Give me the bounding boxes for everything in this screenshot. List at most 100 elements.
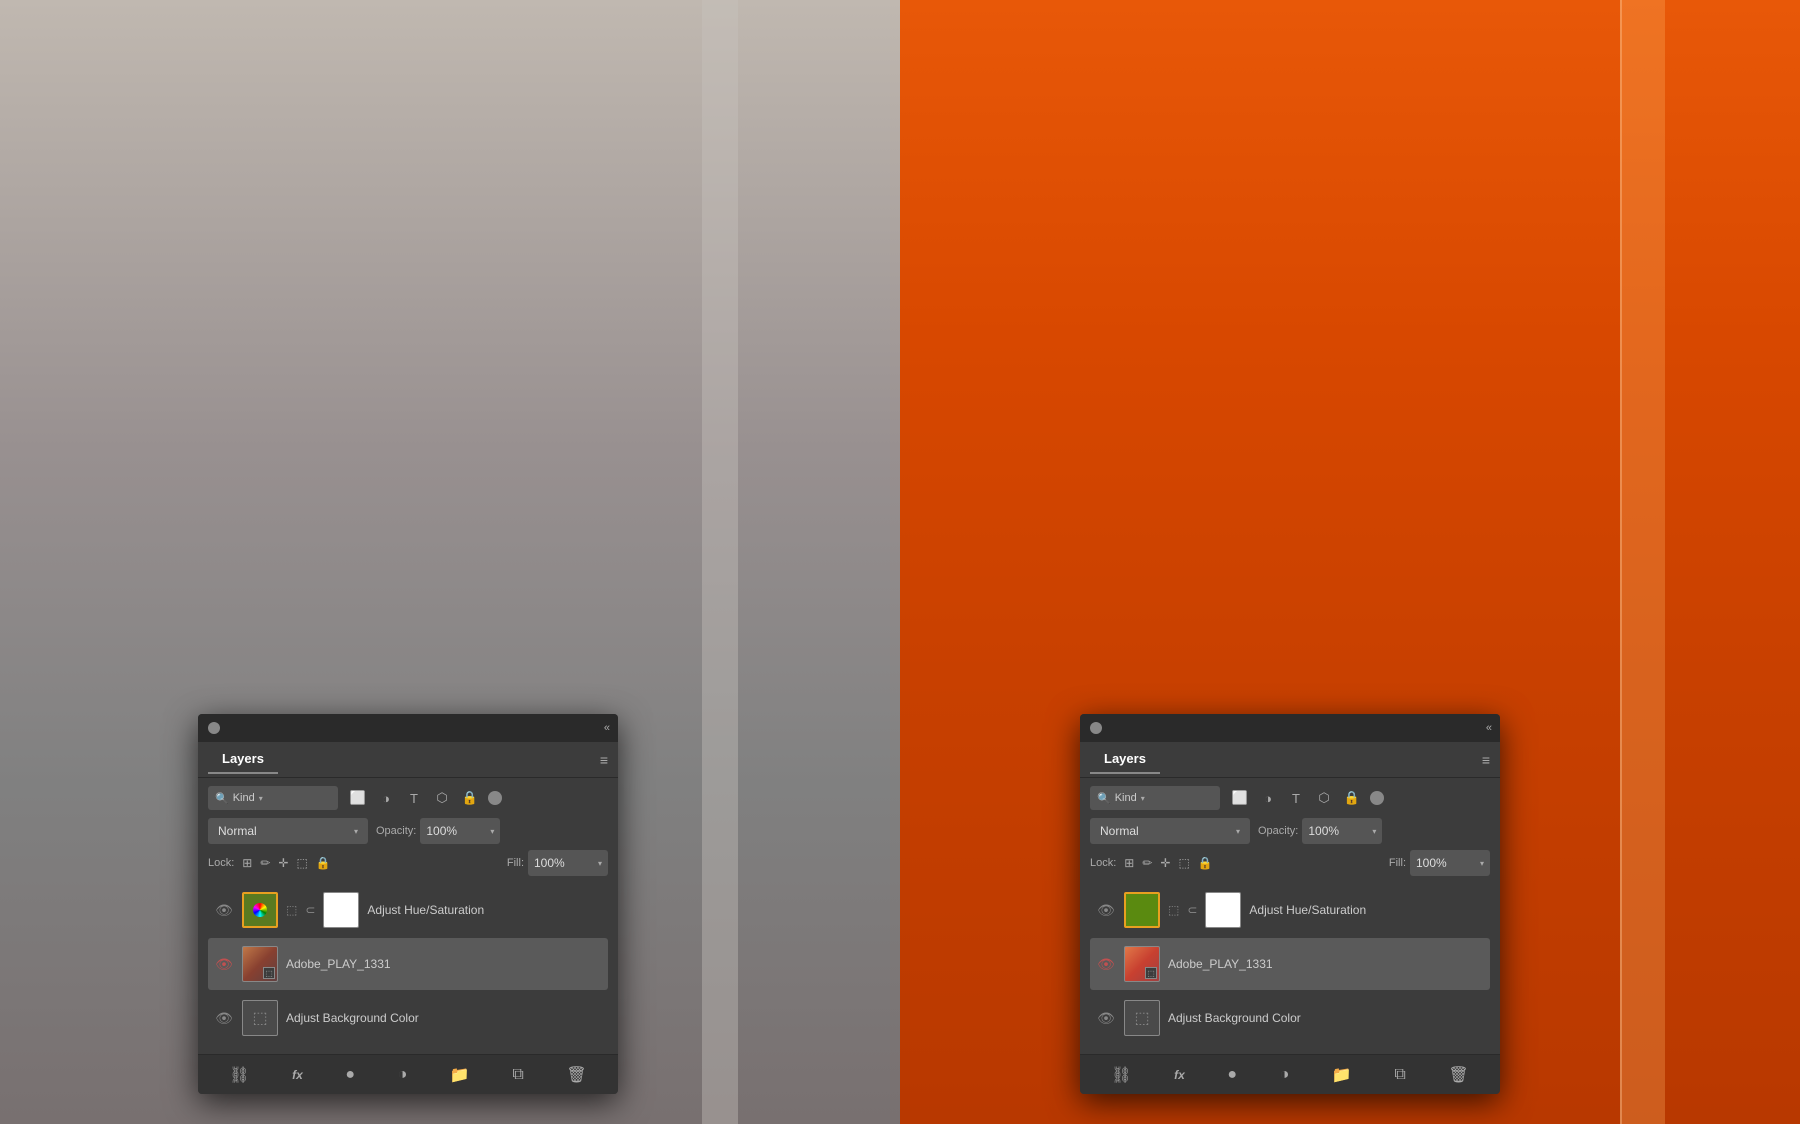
right-toolbar-circle-layer-icon[interactable]: ●: [1221, 1064, 1243, 1086]
left-layer1-thumb: [242, 892, 278, 928]
left-kind-chevron: ▾: [259, 794, 263, 803]
right-toolbar-half-circle-icon[interactable]: ◑: [1274, 1064, 1296, 1086]
left-filter-shape-icon[interactable]: ⬡: [432, 790, 452, 806]
right-lock-padlock-icon[interactable]: 🔒: [1198, 856, 1213, 870]
right-layer1-link-icon: ⬚: [1168, 903, 1179, 917]
right-filter-lock-icon[interactable]: 🔒: [1342, 790, 1362, 806]
left-layer2-thumb: ⬚: [242, 946, 278, 982]
left-kind-dropdown[interactable]: Kind ▾: [233, 786, 263, 810]
right-layer-row-3[interactable]: 👁 ⬚ Adjust Background Color: [1090, 992, 1490, 1044]
right-tab-layers[interactable]: Layers: [1090, 745, 1160, 774]
right-filter-circle-icon[interactable]: ◑: [1258, 791, 1278, 806]
left-fill-chevron: ▾: [598, 859, 602, 868]
left-blend-dropdown[interactable]: Normal ▾: [208, 818, 368, 844]
right-layer1-chain-icon: ⊂: [1187, 903, 1197, 917]
right-side: « Layers ≡ 🔍 Kind ▾: [900, 0, 1800, 1124]
left-layer1-link-icon: ⬚: [286, 903, 297, 917]
left-close-button[interactable]: [208, 722, 220, 734]
left-filter-circle-btn[interactable]: [488, 791, 502, 805]
left-toolbar-circle-layer-icon[interactable]: ●: [339, 1064, 361, 1086]
right-layer1-mask-thumb: [1205, 892, 1241, 928]
left-opacity-dropdown[interactable]: 100% ▾: [420, 818, 500, 844]
left-layer2-badge: ⬚: [263, 967, 275, 979]
left-toolbar-duplicate-icon[interactable]: ⧉: [506, 1064, 529, 1086]
right-filter-circle-btn[interactable]: [1370, 791, 1384, 805]
left-search-box[interactable]: 🔍 Kind ▾: [208, 786, 338, 810]
right-fill-chevron: ▾: [1480, 859, 1484, 868]
right-lock-row: Lock: ⊞ ✏ ✛ ⬚ 🔒 Fill: 100% ▾: [1090, 850, 1490, 876]
left-lock-artboard-icon[interactable]: ⬚: [296, 856, 307, 870]
right-tab-row: Layers ≡: [1080, 742, 1500, 778]
right-filter-shape-icon[interactable]: ⬡: [1314, 790, 1334, 806]
right-toolbar-fx-label[interactable]: fx: [1168, 1066, 1191, 1084]
right-layer2-eye-icon[interactable]: 👁: [1096, 956, 1116, 973]
left-toolbar-half-circle-icon[interactable]: ◑: [392, 1064, 414, 1086]
left-layer1-name: Adjust Hue/Saturation: [367, 903, 602, 917]
right-toolbar-folder-icon[interactable]: 📁: [1326, 1063, 1358, 1087]
right-lock-label: Lock:: [1090, 857, 1116, 869]
right-lock-brush-icon[interactable]: ✏: [1142, 856, 1152, 870]
left-filter-lock-icon[interactable]: 🔒: [460, 790, 480, 806]
right-filter-image-icon[interactable]: ⬜: [1230, 790, 1250, 806]
right-collapse-button[interactable]: «: [1486, 722, 1490, 734]
right-close-button[interactable]: [1090, 722, 1102, 734]
right-kind-label: Kind: [1115, 792, 1137, 804]
right-opacity-dropdown[interactable]: 100% ▾: [1302, 818, 1382, 844]
left-toolbar-fx-label[interactable]: fx: [286, 1066, 309, 1084]
right-fill-value: 100%: [1416, 856, 1476, 870]
left-filter-image-icon[interactable]: ⬜: [348, 790, 368, 806]
right-fill-dropdown[interactable]: 100% ▾: [1410, 850, 1490, 876]
right-kind-dropdown[interactable]: Kind ▾: [1115, 786, 1145, 810]
left-filter-circle-icon[interactable]: ◑: [376, 791, 396, 806]
left-opacity-section: Opacity: 100% ▾: [376, 818, 500, 844]
right-panel-titlebar: «: [1080, 714, 1500, 742]
left-toolbar-trash-icon[interactable]: 🗑: [560, 1063, 592, 1087]
right-toolbar-link-icon[interactable]: ⛓: [1105, 1063, 1137, 1087]
right-search-box[interactable]: 🔍 Kind ▾: [1090, 786, 1220, 810]
left-filter-text-icon[interactable]: T: [404, 791, 424, 806]
left-kind-label: Kind: [233, 792, 255, 804]
right-opacity-value: 100%: [1308, 824, 1368, 838]
left-lock-padlock-icon[interactable]: 🔒: [316, 856, 331, 870]
left-layers-panel: « Layers ≡ 🔍 Kind ▾: [198, 714, 618, 1094]
right-toolbar-trash-icon[interactable]: 🗑: [1442, 1063, 1474, 1087]
left-lock-row: Lock: ⊞ ✏ ✛ ⬚ 🔒 Fill: 100% ▾: [208, 850, 608, 876]
left-layer1-chain-icon: ⊂: [305, 903, 315, 917]
right-layers-panel: « Layers ≡ 🔍 Kind ▾: [1080, 714, 1500, 1094]
right-lock-artboard-icon[interactable]: ⬚: [1178, 856, 1189, 870]
right-lock-move-icon[interactable]: ✛: [1160, 856, 1170, 870]
left-door-strip: [702, 0, 738, 1124]
left-toolbar-folder-icon[interactable]: 📁: [444, 1063, 476, 1087]
right-toolbar-duplicate-icon[interactable]: ⧉: [1388, 1064, 1411, 1086]
left-layer-row-1[interactable]: 👁 ⬚ ⊂ Adjust Hue/Saturation: [208, 884, 608, 936]
right-layer-row-2[interactable]: 👁 ⬚ Adobe_PLAY_1331: [1090, 938, 1490, 990]
left-lock-move-icon[interactable]: ✛: [278, 856, 288, 870]
left-collapse-button[interactable]: «: [604, 722, 608, 734]
left-layer2-eye-icon[interactable]: 👁: [214, 956, 234, 973]
right-layer1-eye-icon[interactable]: 👁: [1096, 902, 1116, 919]
left-layer1-mask-thumb: [323, 892, 359, 928]
right-door-strip: [1620, 0, 1665, 1124]
left-layer3-eye-icon[interactable]: 👁: [214, 1010, 234, 1027]
left-lock-brush-icon[interactable]: ✏: [260, 856, 270, 870]
left-lock-checker-icon[interactable]: ⊞: [242, 856, 252, 870]
left-tab-layers[interactable]: Layers: [208, 745, 278, 774]
left-layer2-badge-icon: ⬚: [265, 969, 273, 978]
left-panel-menu-icon[interactable]: ≡: [600, 752, 608, 768]
left-opacity-label: Opacity:: [376, 825, 416, 837]
left-fill-dropdown[interactable]: 100% ▾: [528, 850, 608, 876]
right-lock-checker-icon[interactable]: ⊞: [1124, 856, 1134, 870]
right-opacity-chevron: ▾: [1372, 827, 1376, 836]
right-panel-menu-icon[interactable]: ≡: [1482, 752, 1490, 768]
right-blend-dropdown[interactable]: Normal ▾: [1090, 818, 1250, 844]
right-fill-section: Fill: 100% ▾: [1389, 850, 1490, 876]
right-layer3-eye-icon[interactable]: 👁: [1096, 1010, 1116, 1027]
right-filter-text-icon[interactable]: T: [1286, 791, 1306, 806]
right-layer-row-1[interactable]: 👁 ⬚ ⊂ Adjust Hue/Saturation: [1090, 884, 1490, 936]
left-toolbar-link-icon[interactable]: ⛓: [223, 1063, 255, 1087]
left-layer1-eye-icon[interactable]: 👁: [214, 902, 234, 919]
left-blend-chevron: ▾: [354, 827, 358, 836]
left-lock-label: Lock:: [208, 857, 234, 869]
left-layer-row-2[interactable]: 👁 ⬚ Adobe_PLAY_1331: [208, 938, 608, 990]
left-layer-row-3[interactable]: 👁 ⬚ Adjust Background Color: [208, 992, 608, 1044]
